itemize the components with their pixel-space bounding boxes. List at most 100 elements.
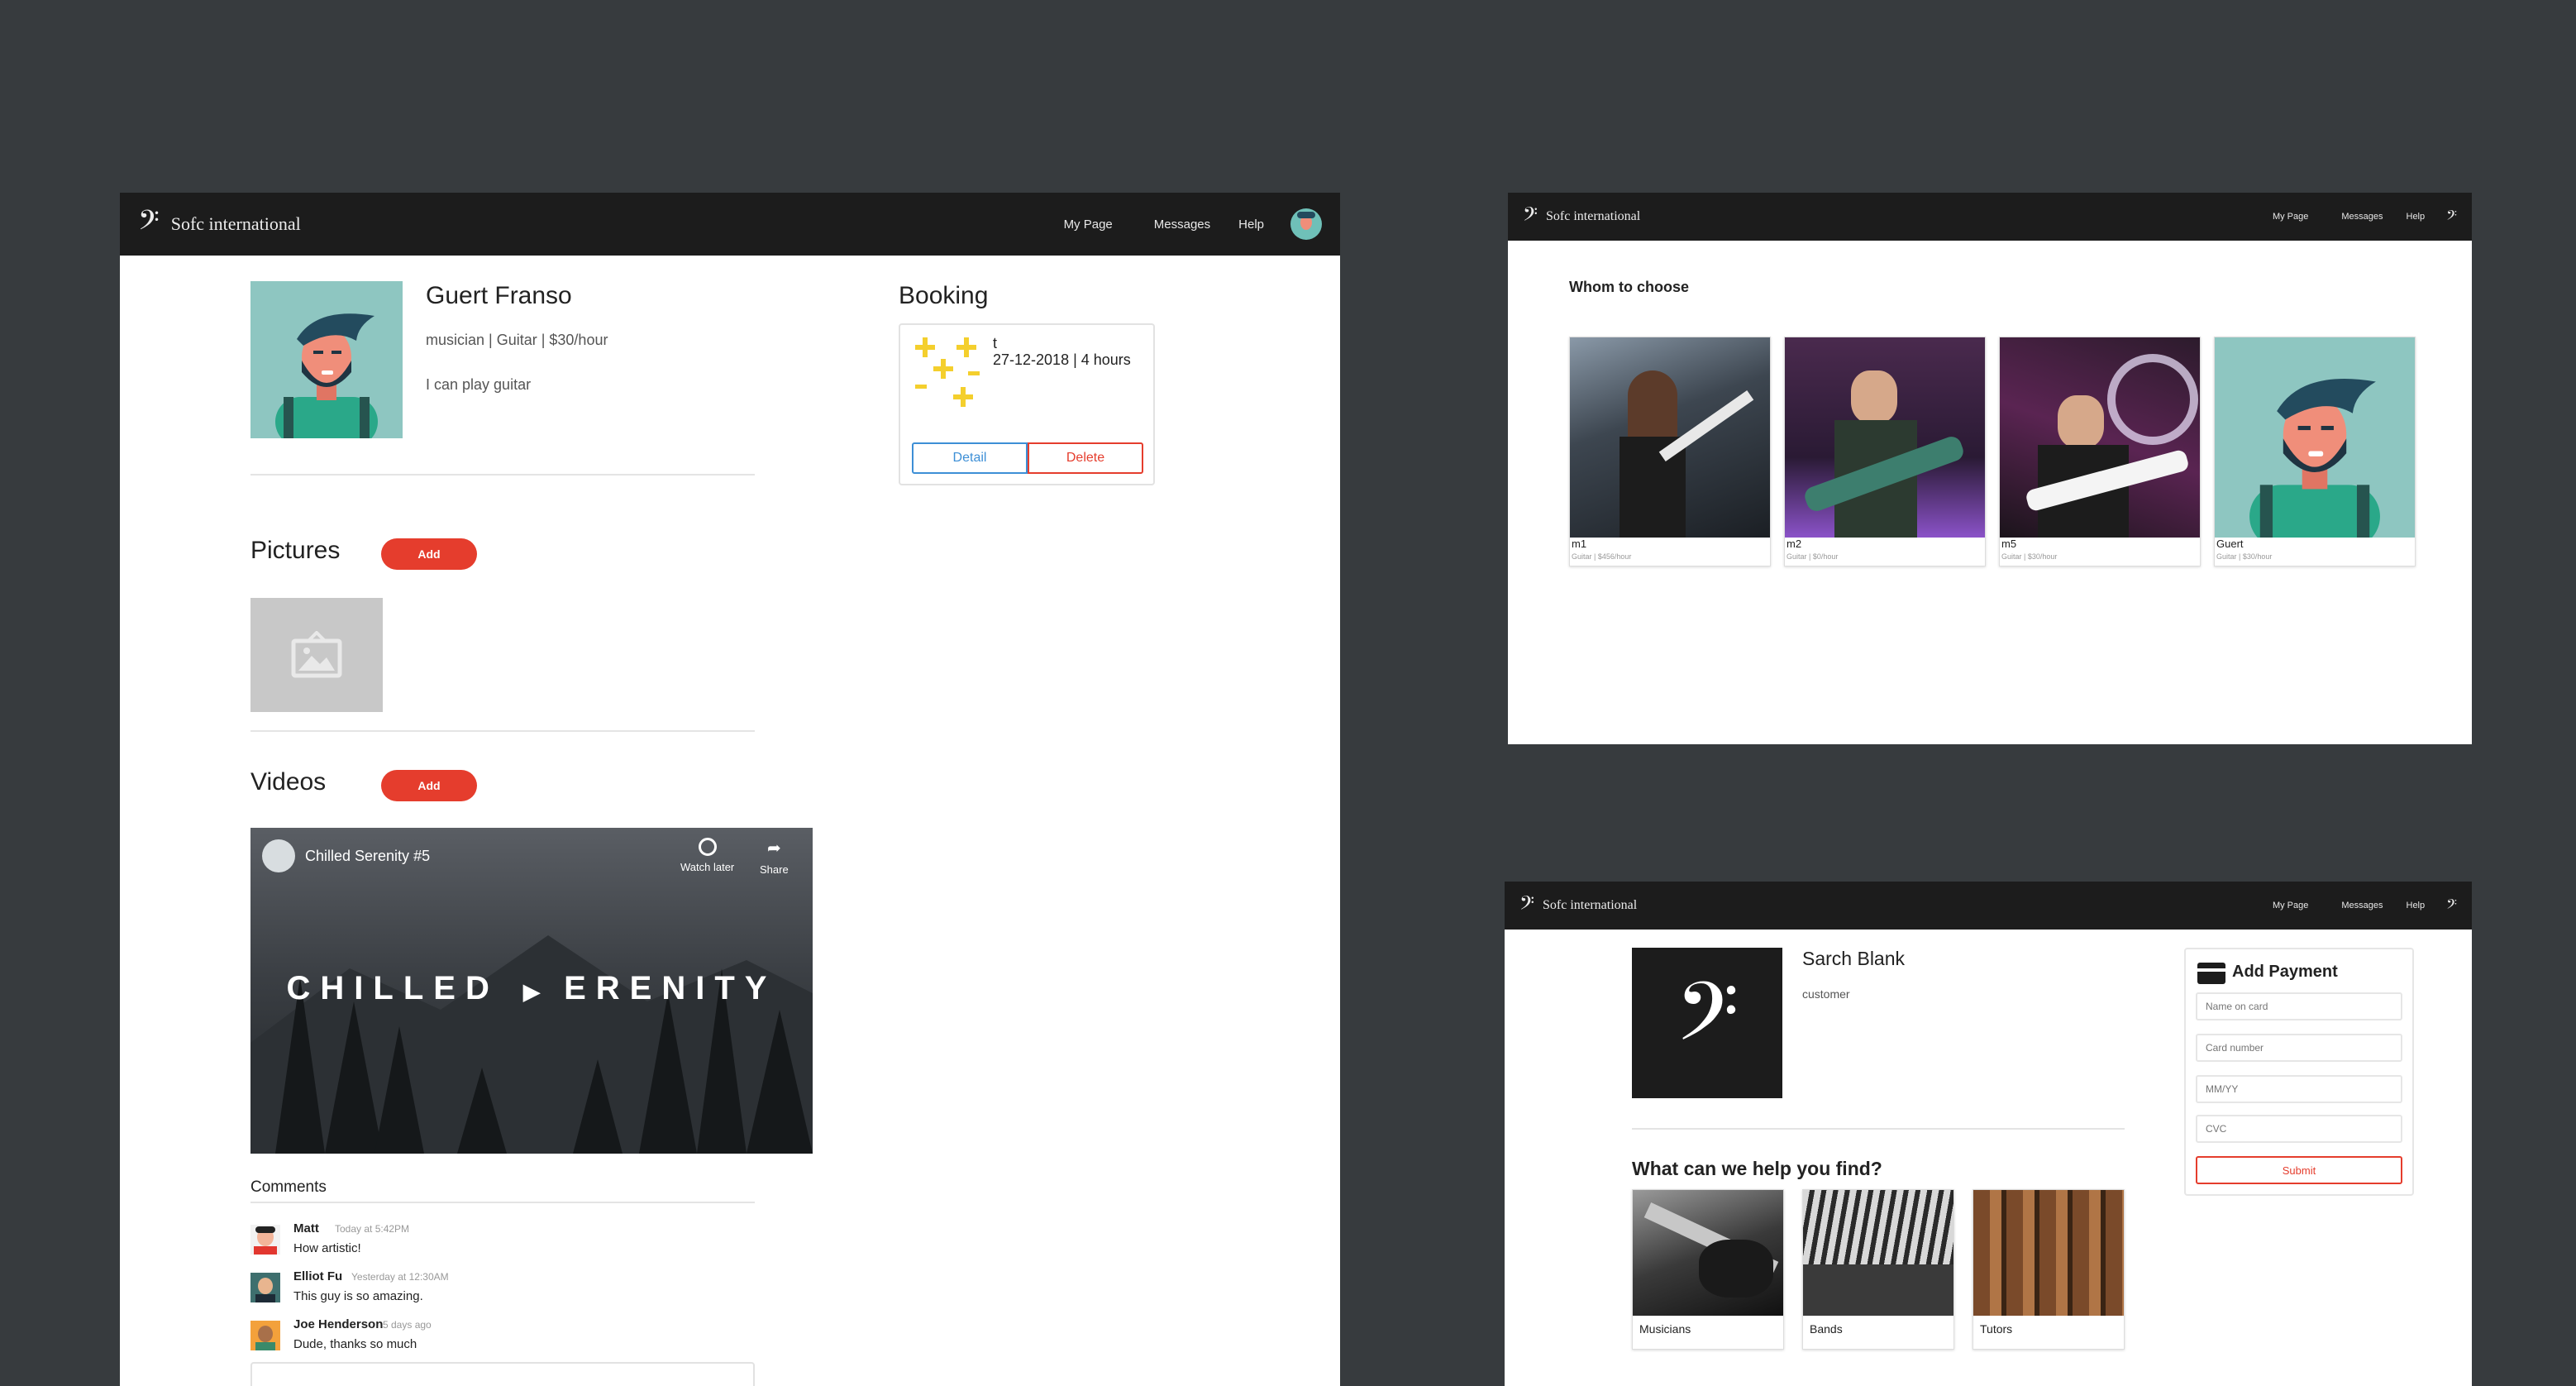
musician-meta: Guitar | $30/hour — [2216, 552, 2273, 561]
musician-card[interactable]: m1 Guitar | $456/hour — [1569, 337, 1771, 566]
card-cvc-input[interactable] — [2196, 1115, 2402, 1143]
play-icon[interactable]: ▶ — [523, 979, 540, 1004]
comment-text: Dude, thanks so much — [293, 1337, 417, 1351]
submit-payment-button[interactable]: Submit — [2196, 1156, 2402, 1184]
musician-card[interactable]: m5 Guitar | $30/hour — [1999, 337, 2201, 566]
musician-card[interactable]: Guert Guitar | $30/hour — [2214, 337, 2416, 566]
video-overlay-title: CHILLED ▶ ERENITY — [250, 970, 813, 1007]
category-card[interactable]: Bands — [1802, 1189, 1954, 1350]
comment-time: Yesterday at 12:30AM — [351, 1271, 449, 1283]
clock-icon — [698, 838, 717, 856]
nav-my-page[interactable]: My Page — [1064, 217, 1113, 232]
customer-avatar: 𝄢 — [1632, 948, 1782, 1098]
top-navbar: 𝄢 Sofc international My Page Messages He… — [1508, 193, 2472, 241]
musician-meta: Guitar | $0/hour — [1787, 552, 1839, 561]
comment-item: Elliot Fu Yesterday at 12:30AM This guy … — [250, 1269, 747, 1311]
brand-name: Sofc international — [1543, 898, 1638, 912]
comment-time: Today at 5:42PM — [335, 1223, 410, 1235]
category-photo — [1973, 1190, 2124, 1316]
nav-messages[interactable]: Messages — [1154, 217, 1210, 232]
comment-input[interactable] — [250, 1362, 755, 1386]
profile-avatar — [250, 281, 403, 438]
booking-when: 27-12-2018 | 4 hours — [993, 351, 1131, 368]
card-name-input[interactable] — [2196, 992, 2402, 1020]
musician-card[interactable]: m2 Guitar | $0/hour — [1784, 337, 1986, 566]
choose-title: Whom to choose — [1569, 279, 1689, 295]
brand-name: Sofc international — [170, 213, 301, 234]
card-expiry-input[interactable] — [2196, 1075, 2402, 1103]
bass-clef-user-icon[interactable]: 𝄢 — [2446, 207, 2457, 227]
bass-clef-user-icon[interactable]: 𝄢 — [2446, 896, 2457, 915]
nav-help[interactable]: Help — [2407, 212, 2426, 222]
comment-avatar[interactable] — [250, 1273, 280, 1302]
divider — [1632, 1128, 2125, 1130]
divider — [250, 1202, 755, 1203]
divider — [250, 730, 755, 732]
card-number-input[interactable] — [2196, 1034, 2402, 1062]
musician-photo — [1570, 337, 1770, 538]
credit-card-icon — [2197, 963, 2225, 984]
profile-meta: musician | Guitar | $30/hour — [426, 332, 608, 348]
musician-meta: Guitar | $456/hour — [1572, 552, 1632, 561]
brand-name: Sofc international — [1546, 209, 1641, 223]
profile-name: Guert Franso — [426, 282, 572, 309]
user-avatar[interactable] — [1290, 208, 1322, 240]
choose-window: 𝄢 Sofc international My Page Messages He… — [1508, 193, 2472, 744]
comment-author[interactable]: Matt — [293, 1221, 319, 1235]
brand[interactable]: 𝄢 Sofc international — [1523, 205, 1640, 228]
profile-bio: I can play guitar — [426, 376, 532, 393]
nav-help[interactable]: Help — [2407, 901, 2426, 910]
category-label: Tutors — [1980, 1322, 2013, 1336]
picture-placeholder[interactable] — [250, 598, 383, 712]
image-placeholder-icon — [291, 631, 342, 678]
brand[interactable]: 𝄢 Sofc international — [1519, 894, 1637, 917]
top-navbar: 𝄢 Sofc international My Page Messages He… — [120, 193, 1340, 256]
watch-later-button[interactable]: Watch later — [680, 838, 734, 873]
comment-text: How artistic! — [293, 1241, 361, 1255]
detail-button[interactable]: Detail — [912, 442, 1028, 474]
overlay-text-left: CHILLED — [286, 970, 499, 1006]
comment-author[interactable]: Joe Henderson — [293, 1317, 383, 1331]
nav-messages[interactable]: Messages — [2341, 212, 2383, 222]
video-player[interactable]: Chilled Serenity #5 Watch later ➦ Share … — [250, 828, 813, 1154]
add-video-button[interactable]: Add — [381, 770, 477, 801]
share-icon: ➦ — [766, 839, 781, 858]
musician-name: Guert — [2216, 538, 2244, 550]
comment-text: This guy is so amazing. — [293, 1289, 423, 1303]
share-button[interactable]: ➦ Share — [760, 838, 789, 876]
booking-identicon-icon — [915, 337, 980, 407]
musician-name: m2 — [1787, 538, 1802, 550]
brand[interactable]: 𝄢 Sofc international — [138, 208, 301, 241]
payment-panel: Add Payment Submit — [2184, 948, 2414, 1196]
customer-name: Sarch Blank — [1802, 948, 1906, 969]
channel-avatar[interactable] — [262, 839, 295, 872]
divider — [250, 474, 755, 476]
category-card[interactable]: Tutors — [1973, 1189, 2125, 1350]
delete-button[interactable]: Delete — [1028, 442, 1143, 474]
comment-avatar[interactable] — [250, 1225, 280, 1255]
nav-messages[interactable]: Messages — [2341, 901, 2383, 910]
customer-role: customer — [1802, 987, 1850, 1001]
nav-my-page[interactable]: My Page — [2273, 901, 2308, 910]
nav-help[interactable]: Help — [1238, 217, 1264, 232]
comment-item: Joe Henderson 5 days ago Dude, thanks so… — [250, 1317, 747, 1359]
comment-author[interactable]: Elliot Fu — [293, 1269, 342, 1283]
nav-my-page[interactable]: My Page — [2273, 212, 2308, 222]
musician-photo — [1785, 337, 1985, 538]
share-label: Share — [760, 863, 789, 876]
category-card[interactable]: Musicians — [1632, 1189, 1784, 1350]
watch-later-label: Watch later — [680, 861, 735, 873]
bass-clef-logo-icon: 𝄢 — [1675, 965, 1739, 1080]
profile-window: 𝄢 Sofc international My Page Messages He… — [120, 193, 1340, 1386]
comments-title: Comments — [250, 1178, 327, 1196]
musician-name: m1 — [1572, 538, 1587, 550]
booking-card: t 27-12-2018 | 4 hours Detail Delete — [899, 323, 1155, 485]
video-title[interactable]: Chilled Serenity #5 — [305, 848, 430, 865]
bass-clef-logo-icon: 𝄢 — [1523, 203, 1538, 230]
category-label: Musicians — [1639, 1322, 1691, 1336]
booking-name: t — [993, 335, 998, 351]
comment-item: Matt Today at 5:42PM How artistic! — [250, 1221, 747, 1263]
add-picture-button[interactable]: Add — [381, 538, 477, 570]
category-label: Bands — [1810, 1322, 1843, 1336]
comment-avatar[interactable] — [250, 1321, 280, 1350]
